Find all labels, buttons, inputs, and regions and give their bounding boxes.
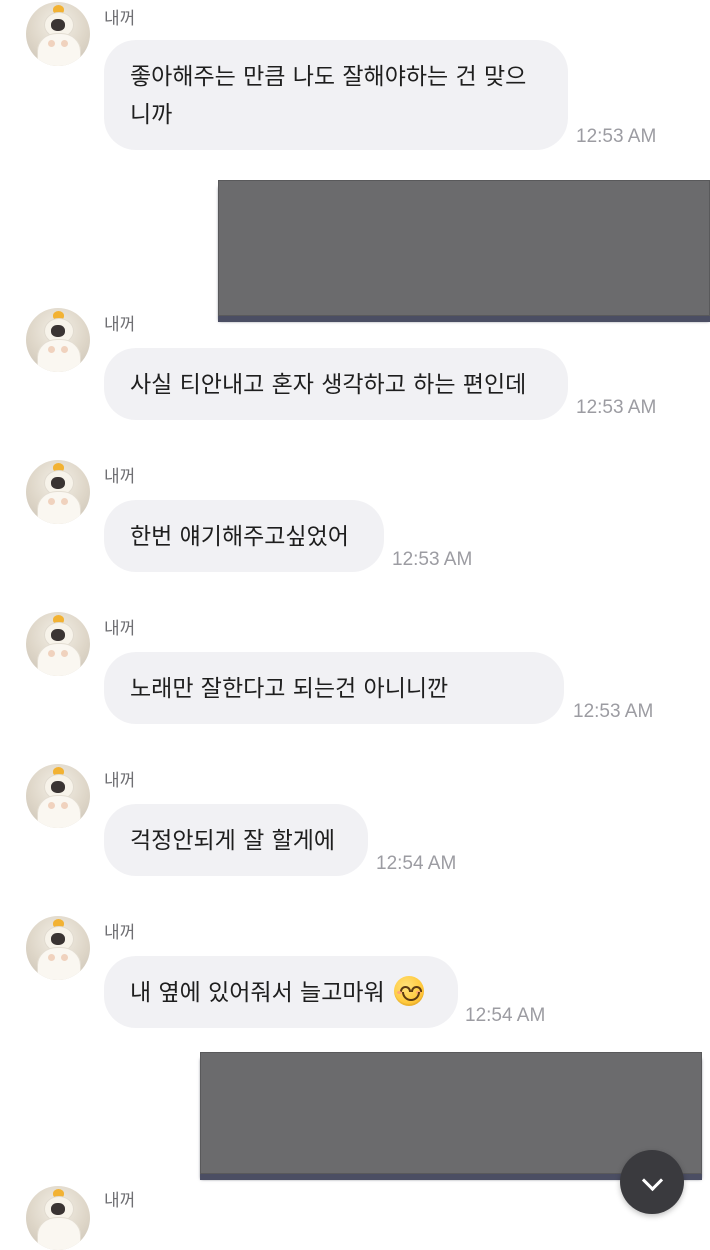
timestamp: 12:53 AM: [576, 397, 657, 418]
chevron-down-icon[interactable]: [620, 1150, 684, 1214]
message-bubble[interactable]: 노래만 잘한다고 되는건 아니니깐: [104, 652, 564, 724]
timestamp: 12:54 AM: [465, 1005, 546, 1026]
avatar[interactable]: [26, 612, 90, 676]
message-text: 한번 얘기해주고싶었어: [130, 524, 349, 550]
message-bubble[interactable]: 사실 티안내고 혼자 생각하고 하는 편인데: [104, 348, 568, 420]
message-bubble[interactable]: 한번 얘기해주고싶었어: [104, 500, 384, 572]
message-text: 걱정안되게 잘 할게에: [130, 828, 336, 854]
message-text: 좋아해주는 만큼 나도 잘해야하는 건 맞으: [130, 64, 527, 90]
message-bubble[interactable]: 내 옆에 있어줘서 늘고마워: [104, 956, 458, 1028]
message-text: 사실 티안내고 혼자 생각하고 하는 편인데: [130, 372, 527, 398]
message-text: 니까: [130, 102, 173, 128]
redacted-message: [218, 180, 710, 322]
sender-name: 내꺼: [104, 9, 136, 29]
redacted-message: [200, 1052, 702, 1180]
message-bubble[interactable]: 걱정안되게 잘 할게에: [104, 804, 368, 876]
smiling-face-emoji-icon: [394, 976, 425, 1006]
message-text: 내 옆에 있어줘서 늘고마워: [130, 980, 385, 1006]
avatar[interactable]: [26, 1186, 90, 1250]
timestamp: 12:54 AM: [376, 853, 457, 874]
timestamp: 12:53 AM: [392, 549, 473, 570]
avatar[interactable]: [26, 308, 90, 372]
avatar[interactable]: [26, 764, 90, 828]
sender-name: 내꺼: [104, 315, 136, 335]
avatar[interactable]: [26, 916, 90, 980]
message-bubble[interactable]: 좋아해주는 만큼 나도 잘해야하는 건 맞으 니까: [104, 40, 568, 150]
sender-name: 내꺼: [104, 923, 136, 943]
sender-name: 내꺼: [104, 467, 136, 487]
avatar[interactable]: [26, 2, 90, 66]
sender-name: 내꺼: [104, 619, 136, 639]
timestamp: 12:53 AM: [573, 701, 654, 722]
avatar[interactable]: [26, 460, 90, 524]
message-text: 노래만 잘한다고 되는건 아니니깐: [130, 676, 449, 702]
sender-name: 내꺼: [104, 771, 136, 791]
timestamp: 12:53 AM: [576, 126, 657, 147]
sender-name: 내꺼: [104, 1191, 136, 1211]
